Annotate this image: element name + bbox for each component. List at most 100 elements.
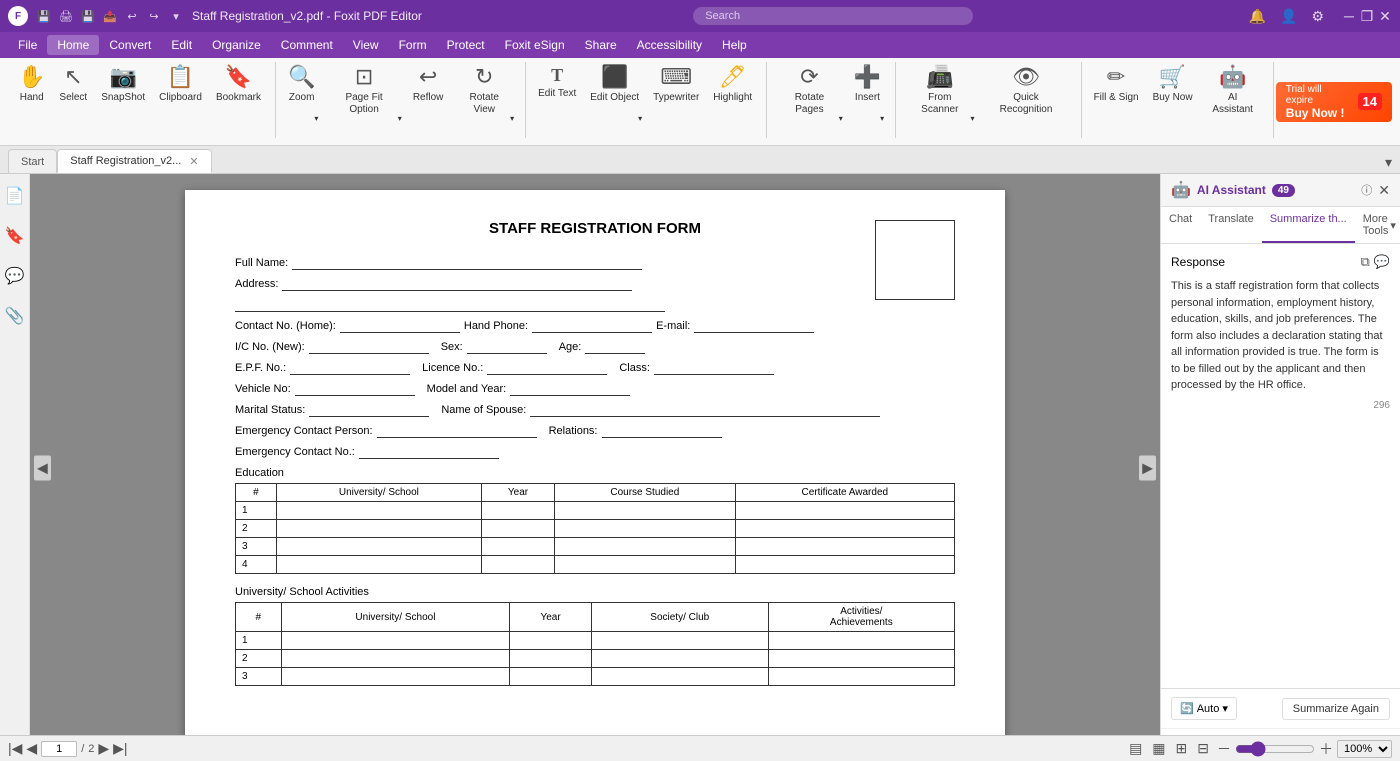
ribbon-group-view: 🔍 Zoom ⊡ Page Fit Option ↩ Reflow ↻ Rota… xyxy=(278,62,526,138)
menu-view[interactable]: View xyxy=(343,35,389,55)
page-prev-button[interactable]: ◀ xyxy=(26,740,37,757)
hand-tool-button[interactable]: ✋ Hand xyxy=(12,62,51,126)
single-page-view-button[interactable]: ▤ xyxy=(1127,738,1144,759)
menu-convert[interactable]: Convert xyxy=(99,35,161,55)
ai-panel-close-button[interactable]: ✕ xyxy=(1378,182,1390,199)
tab-staff-reg[interactable]: Staff Registration_v2... ✕ xyxy=(57,149,211,173)
tab-summarize[interactable]: Summarize th... xyxy=(1262,207,1355,243)
insert-pages-button[interactable]: ➕ Insert xyxy=(848,62,887,126)
snapshot-button[interactable]: 📷 SnapShot xyxy=(95,62,151,126)
activities-table: # University/ School Year Society/ Club … xyxy=(235,602,955,686)
facing-view-button[interactable]: ⊟ xyxy=(1195,738,1211,759)
sidebar-pages-icon[interactable]: 📄 xyxy=(1,182,29,210)
ai-panel: 🤖 AI Assistant 49 ⓘ ✕ Chat Translate Sum… xyxy=(1160,174,1400,761)
bookmark-button[interactable]: 🔖 Bookmark xyxy=(210,62,267,126)
notification-icon[interactable]: 🔔 xyxy=(1245,6,1270,27)
tab-start[interactable]: Start xyxy=(8,149,57,173)
zoom-slider[interactable] xyxy=(1235,741,1315,757)
expand-response-button[interactable]: 💬 xyxy=(1374,254,1390,270)
quick-recognition-button[interactable]: 👁 Quick Recognition xyxy=(979,62,1072,126)
tab-chat[interactable]: Chat xyxy=(1161,207,1200,243)
pdf-prev-arrow[interactable]: ◀ xyxy=(34,455,51,480)
education-section-title: Education xyxy=(235,467,955,479)
hand-icon: ✋ xyxy=(18,66,45,88)
undo-icon[interactable]: ↩ xyxy=(124,8,140,24)
zoom-out-button[interactable]: － xyxy=(1217,739,1231,759)
pdf-logo-box xyxy=(875,220,955,300)
rotate-pages-button[interactable]: ⟳ Rotate Pages xyxy=(773,62,846,126)
auto-mode-button[interactable]: 🔄 Auto ▾ xyxy=(1171,697,1237,720)
rotate-view-button[interactable]: ↻ Rotate View xyxy=(451,62,517,126)
close-button[interactable]: ✕ xyxy=(1378,9,1392,23)
menu-file[interactable]: File xyxy=(8,35,47,55)
menu-organize[interactable]: Organize xyxy=(202,35,271,55)
tab-staff-reg-close[interactable]: ✕ xyxy=(189,155,198,168)
act-col-num: # xyxy=(236,603,282,632)
tab-scroll-down[interactable]: ▾ xyxy=(1381,152,1396,173)
ribbon-group-pages: ⟳ Rotate Pages ➕ Insert xyxy=(769,62,896,138)
ribbon: ✋ Hand ↖ Select 📷 SnapShot 📋 Clipboard 🔖… xyxy=(0,58,1400,146)
ai-icon: 🤖 xyxy=(1219,66,1246,88)
highlight-button[interactable]: 🖊 Highlight xyxy=(707,62,758,126)
response-header: Response ⧉ 💬 xyxy=(1171,254,1390,270)
menu-edit[interactable]: Edit xyxy=(161,35,202,55)
zoom-button[interactable]: 🔍 Zoom xyxy=(282,62,321,126)
from-scanner-button[interactable]: 📠 From Scanner xyxy=(902,62,977,126)
reflow-button[interactable]: ↩ Reflow xyxy=(407,62,450,126)
zoom-in-button[interactable]: ＋ xyxy=(1319,739,1333,759)
menu-foxit-esign[interactable]: Foxit eSign xyxy=(495,35,575,55)
typewriter-icon: ⌨ xyxy=(660,66,692,88)
page-next-button[interactable]: ▶ xyxy=(98,740,109,757)
page-first-button[interactable]: |◀ xyxy=(8,740,22,757)
promo-buy-button[interactable]: Trial will expire Buy Now ! 14 xyxy=(1276,82,1392,122)
redo-icon[interactable]: ↪ xyxy=(146,8,162,24)
minimize-button[interactable]: ─ xyxy=(1342,9,1356,23)
menu-form[interactable]: Form xyxy=(389,35,437,55)
save-icon[interactable]: 💾 xyxy=(36,8,52,24)
pdf-next-arrow[interactable]: ▶ xyxy=(1139,455,1156,480)
settings-icon[interactable]: ⚙ xyxy=(1307,6,1328,27)
menu-comment[interactable]: Comment xyxy=(271,35,343,55)
edit-text-button[interactable]: T Edit Text xyxy=(532,62,582,126)
table-row: 3 xyxy=(236,538,955,556)
share-icon[interactable]: 📤 xyxy=(102,8,118,24)
ai-assistant-ribbon-button[interactable]: 🤖 AI Assistant xyxy=(1201,62,1265,126)
save2-icon[interactable]: 💾 xyxy=(80,8,96,24)
menu-help[interactable]: Help xyxy=(712,35,757,55)
sidebar-attach-icon[interactable]: 📎 xyxy=(1,302,29,330)
buy-now-button[interactable]: 🛒 Buy Now xyxy=(1147,62,1199,126)
page-fit-button[interactable]: ⊡ Page Fit Option xyxy=(323,62,404,126)
menu-home[interactable]: Home xyxy=(47,35,99,55)
form-row-emergency: Emergency Contact Person: Relations: xyxy=(235,425,955,438)
summarize-again-button[interactable]: Summarize Again xyxy=(1282,698,1390,720)
continuous-view-button[interactable]: ▦ xyxy=(1150,738,1167,759)
print-icon[interactable]: 🖨 xyxy=(58,8,74,24)
sidebar-bookmark-icon[interactable]: 🔖 xyxy=(1,222,29,250)
copy-response-button[interactable]: ⧉ xyxy=(1361,254,1370,270)
search-input[interactable] xyxy=(693,7,973,25)
page-number-input[interactable] xyxy=(41,741,77,757)
zoom-control: － ＋ 100% 75% 125% 150% 200% xyxy=(1217,739,1392,759)
menu-accessibility[interactable]: Accessibility xyxy=(627,35,712,55)
tab-translate[interactable]: Translate xyxy=(1200,207,1261,243)
status-right: ▤ ▦ ⊞ ⊟ － ＋ 100% 75% 125% 150% 200% xyxy=(1127,738,1392,759)
two-page-view-button[interactable]: ⊞ xyxy=(1174,738,1190,759)
auto-chevron-icon: ▾ xyxy=(1222,702,1228,715)
tab-more-tools[interactable]: More Tools ▾ xyxy=(1355,207,1400,243)
zoom-dropdown[interactable]: 100% 75% 125% 150% 200% xyxy=(1337,740,1392,758)
restore-button[interactable]: ❐ xyxy=(1360,9,1374,23)
typewriter-button[interactable]: ⌨ Typewriter xyxy=(647,62,705,126)
more-chevron-icon: ▾ xyxy=(1390,219,1396,232)
more-icon[interactable]: ▾ xyxy=(168,8,184,24)
select-tool-button[interactable]: ↖ Select xyxy=(53,62,93,126)
clipboard-button[interactable]: 📋 Clipboard xyxy=(153,62,208,126)
edit-object-button[interactable]: ⬛ Edit Object xyxy=(584,62,645,126)
form-row-epf: E.P.F. No.: Licence No.: Class: xyxy=(235,362,955,375)
sidebar-comment-icon[interactable]: 💬 xyxy=(1,262,29,290)
page-last-button[interactable]: ▶| xyxy=(113,740,127,757)
account-icon[interactable]: 👤 xyxy=(1276,6,1301,27)
menu-share[interactable]: Share xyxy=(575,35,627,55)
fill-sign-button[interactable]: ✏ Fill & Sign xyxy=(1088,62,1145,126)
ai-info-icon[interactable]: ⓘ xyxy=(1361,182,1372,198)
menu-protect[interactable]: Protect xyxy=(437,35,495,55)
